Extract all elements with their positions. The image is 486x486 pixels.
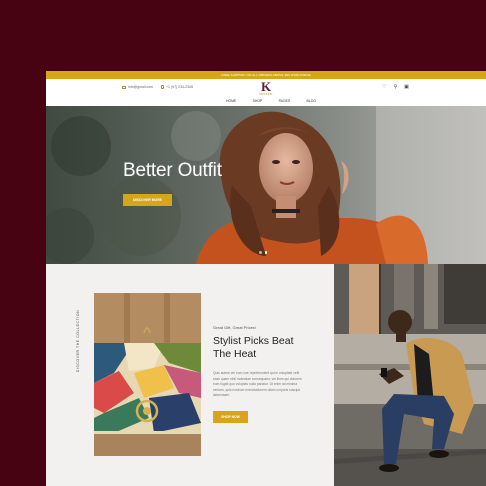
slider-dot-active[interactable] bbox=[264, 251, 267, 254]
shop-now-button[interactable]: SHOP NOW bbox=[213, 411, 248, 423]
vertical-label: DISCOVER THE COLLECTION bbox=[72, 294, 82, 394]
logo-text: KROSSBI bbox=[259, 93, 273, 96]
phone-text: +1 (97) 234-2345 bbox=[166, 85, 193, 89]
site-header: info@gmail.com +1 (97) 234-2345 K KROSSB… bbox=[46, 79, 486, 106]
main-nav: Home Shop Pages Blog bbox=[226, 99, 316, 104]
site-logo[interactable]: K KROSSBI bbox=[252, 79, 280, 96]
hero-banner: Better Outfit DISCOVER MORE bbox=[46, 106, 486, 264]
email-text: info@gmail.com bbox=[128, 85, 154, 89]
heading-line-2: The Heat bbox=[213, 348, 257, 360]
header-icons: ♡ ⚲ ▣ bbox=[382, 85, 409, 90]
header-email[interactable]: info@gmail.com bbox=[122, 85, 153, 90]
slider-dot[interactable] bbox=[259, 251, 262, 254]
section-paragraph: Quis autem vel eum iure reprehenderit qu… bbox=[213, 371, 302, 398]
nav-item-home[interactable]: Home bbox=[226, 99, 236, 104]
section-eyebrow: Great Gift, Great Prices! bbox=[213, 325, 256, 330]
website-preview: FREE SHIPPING ON ALL ORDERS ABOVE $99 WO… bbox=[46, 71, 486, 486]
lifestyle-photo bbox=[334, 264, 486, 486]
product-image[interactable] bbox=[94, 293, 201, 456]
nav-item-pages[interactable]: Pages bbox=[279, 99, 290, 104]
nav-item-blog[interactable]: Blog bbox=[307, 99, 316, 104]
phone-icon bbox=[161, 85, 164, 90]
mail-icon bbox=[122, 85, 126, 89]
man-sitting-image bbox=[334, 264, 486, 486]
handbag-photo bbox=[94, 293, 201, 456]
search-icon[interactable]: ⚲ bbox=[393, 85, 398, 90]
header-phone[interactable]: +1 (97) 234-2345 bbox=[161, 85, 193, 90]
nav-item-shop[interactable]: Shop bbox=[253, 99, 263, 104]
heading-line-1: Stylist Picks Beat bbox=[213, 335, 294, 347]
vertical-label-text: DISCOVER THE COLLECTION bbox=[76, 309, 80, 373]
slider-dots bbox=[259, 251, 267, 254]
cart-icon[interactable]: ▣ bbox=[404, 85, 409, 90]
announcement-bar: FREE SHIPPING ON ALL ORDERS ABOVE $99 WO… bbox=[46, 71, 486, 79]
section-heading: Stylist Picks Beat The Heat bbox=[213, 335, 318, 361]
hero-image bbox=[46, 106, 486, 264]
announcement-text: FREE SHIPPING ON ALL ORDERS ABOVE $99 WO… bbox=[221, 73, 311, 77]
logo-mark: K bbox=[260, 79, 272, 94]
hero-title: Better Outfit bbox=[123, 160, 222, 181]
discover-more-button[interactable]: DISCOVER MORE bbox=[123, 194, 172, 206]
collection-section: DISCOVER THE COLLECTION Great Gift, Grea… bbox=[46, 264, 334, 486]
heart-icon[interactable]: ♡ bbox=[382, 85, 387, 90]
